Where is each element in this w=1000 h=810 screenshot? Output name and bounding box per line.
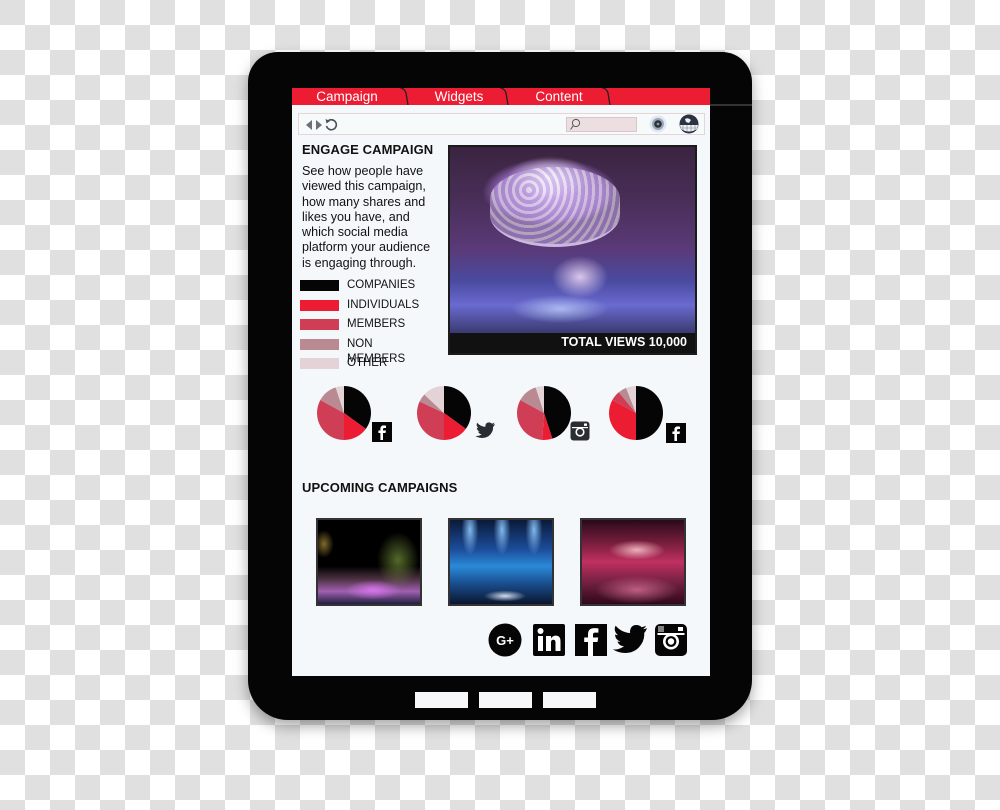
upcoming-campaign-thumbnail[interactable] bbox=[580, 518, 686, 606]
tab-content[interactable]: Content bbox=[510, 88, 608, 105]
legend-label: INDIVIDUALS bbox=[347, 298, 420, 311]
facebook-icon bbox=[666, 423, 686, 443]
legend-swatch-companies bbox=[300, 280, 339, 291]
home-button-right[interactable] bbox=[543, 692, 596, 708]
hero-light-ring bbox=[490, 167, 620, 247]
tab-bar: Campaign Widgets Content bbox=[292, 88, 710, 105]
pie-chart-facebook-2[interactable] bbox=[608, 385, 688, 445]
tab-divider bbox=[399, 88, 409, 105]
engage-campaign-title: ENGAGE CAMPAIGN bbox=[302, 142, 434, 157]
facebook-icon[interactable] bbox=[574, 623, 608, 657]
legend-label: OTHER bbox=[347, 357, 388, 369]
tab-widgets[interactable]: Widgets bbox=[410, 88, 508, 105]
home-button-left[interactable] bbox=[415, 692, 468, 708]
linkedin-icon[interactable] bbox=[532, 623, 566, 657]
engage-campaign-description: See how people have viewed this campaign… bbox=[302, 164, 431, 270]
pie-svg bbox=[517, 386, 571, 440]
globe-icon[interactable] bbox=[679, 114, 699, 134]
instagram-icon bbox=[570, 421, 590, 441]
webcam-icon[interactable] bbox=[649, 115, 667, 133]
tab-strip-line bbox=[708, 104, 752, 106]
tab-divider bbox=[601, 88, 611, 105]
tab-campaign[interactable]: Campaign bbox=[298, 88, 396, 105]
browser-toolbar bbox=[298, 113, 705, 135]
tablet-screen: Campaign Widgets Content ENGAGE CAMPAIGN… bbox=[292, 88, 710, 676]
hero-photo bbox=[450, 147, 695, 333]
pie-chart-twitter[interactable] bbox=[416, 385, 496, 445]
legend-swatch-members bbox=[300, 319, 339, 330]
instagram-icon[interactable] bbox=[654, 623, 688, 657]
legend-label: MEMBERS bbox=[347, 318, 406, 330]
legend-swatch-individuals bbox=[300, 299, 339, 311]
home-button-center[interactable] bbox=[479, 692, 532, 708]
twitter-icon[interactable] bbox=[612, 623, 648, 657]
pie-slice-companies bbox=[636, 386, 663, 440]
pie-chart-instagram[interactable] bbox=[516, 385, 596, 445]
search-input[interactable] bbox=[566, 117, 637, 132]
google-plus-icon[interactable]: G+ bbox=[488, 623, 522, 657]
legend-label: COMPANIES bbox=[347, 279, 416, 291]
svg-text:G+: G+ bbox=[496, 633, 514, 648]
pie-svg bbox=[609, 386, 663, 440]
facebook-icon bbox=[372, 422, 392, 442]
pie-svg bbox=[317, 386, 371, 440]
pie-chart-facebook[interactable] bbox=[316, 385, 396, 445]
campaign-hero-image[interactable]: TOTAL VIEWS 10,000 bbox=[448, 145, 697, 355]
pie-svg bbox=[417, 386, 471, 440]
upcoming-campaign-thumbnail[interactable] bbox=[316, 518, 422, 606]
twitter-icon bbox=[475, 422, 496, 438]
total-views-label: TOTAL VIEWS 10,000 bbox=[561, 335, 687, 349]
upcoming-campaigns-title: UPCOMING CAMPAIGNS bbox=[302, 480, 458, 495]
refresh-icon[interactable] bbox=[324, 118, 338, 132]
legend-swatch-other bbox=[300, 358, 339, 369]
legend-swatch-non-members bbox=[300, 338, 339, 350]
upcoming-campaign-thumbnail[interactable] bbox=[448, 518, 554, 606]
social-links: G+ bbox=[488, 623, 688, 657]
tab-divider bbox=[499, 88, 509, 105]
search-icon bbox=[570, 118, 581, 130]
